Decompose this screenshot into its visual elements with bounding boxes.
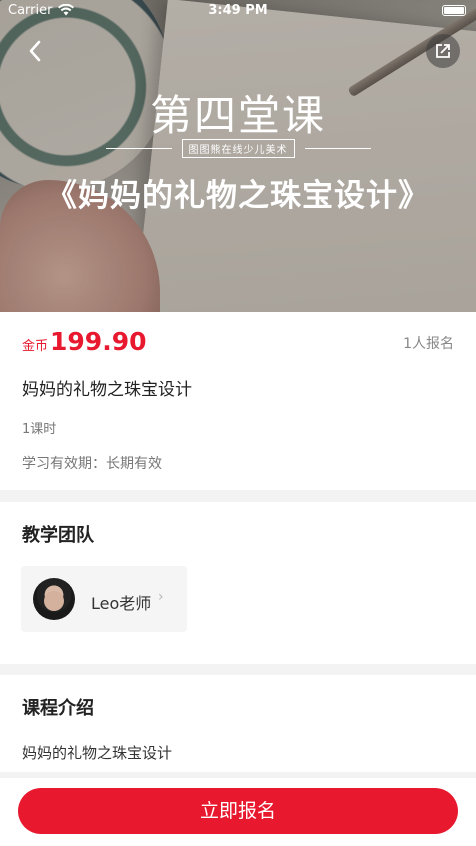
divider-line bbox=[105, 148, 172, 149]
currency-label: 金币 bbox=[22, 339, 49, 354]
status-bar: Carrier 3:49 PM bbox=[0, 0, 476, 22]
banner-tag-row: 图图熊在线少儿美术 bbox=[0, 138, 476, 158]
chevron-left-icon bbox=[29, 40, 41, 62]
banner-title: 第四堂课 bbox=[149, 91, 326, 140]
divider-line bbox=[304, 148, 371, 149]
course-intro-title: 课程介绍 bbox=[22, 698, 94, 719]
battery-icon bbox=[442, 5, 466, 16]
teacher-card[interactable]: Leo老师 › bbox=[21, 566, 187, 632]
price-amount: 199.90 bbox=[50, 327, 147, 356]
back-button[interactable] bbox=[20, 36, 50, 66]
teacher-avatar bbox=[33, 578, 75, 620]
course-cover-banner: 第四堂课 图图熊在线少儿美术 《妈妈的礼物之珠宝设计》 bbox=[0, 0, 476, 312]
teacher-name: Leo老师 bbox=[91, 594, 152, 613]
clock: 3:49 PM bbox=[208, 3, 268, 18]
banner-subtitle: 《妈妈的礼物之珠宝设计》 bbox=[46, 178, 430, 214]
chevron-right-icon: › bbox=[158, 589, 164, 605]
course-price: 金币199.90 bbox=[22, 327, 147, 356]
share-icon bbox=[436, 44, 450, 58]
course-title: 妈妈的礼物之珠宝设计 bbox=[22, 380, 192, 400]
share-button[interactable] bbox=[426, 34, 460, 68]
course-intro-text: 妈妈的礼物之珠宝设计 bbox=[22, 744, 173, 762]
teaching-team-title: 教学团队 bbox=[22, 525, 94, 546]
lesson-count: 1课时 bbox=[22, 422, 57, 437]
validity-period: 学习有效期：长期有效 bbox=[22, 456, 162, 472]
enroll-now-button[interactable]: 立即报名 bbox=[18, 788, 458, 834]
enroll-count: 1人报名 bbox=[403, 336, 454, 352]
banner-tag: 图图熊在线少儿美术 bbox=[181, 139, 295, 158]
